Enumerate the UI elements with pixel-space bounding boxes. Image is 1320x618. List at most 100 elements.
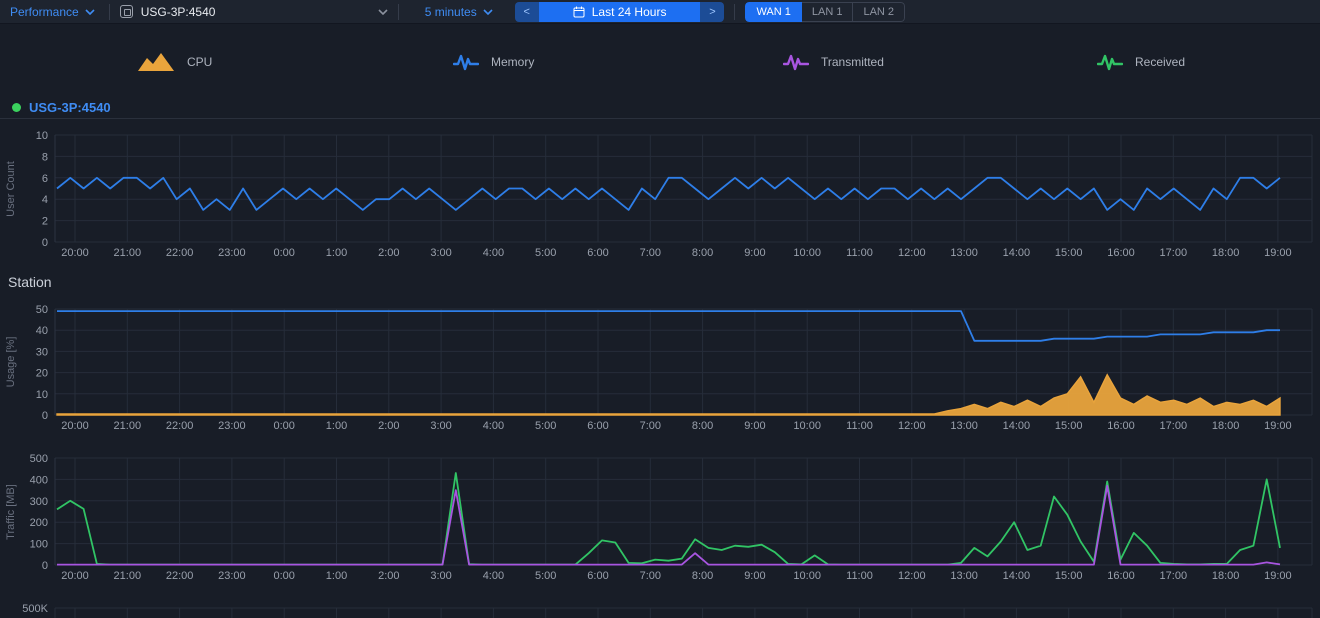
- svg-text:16:00: 16:00: [1107, 570, 1135, 582]
- svg-text:11:00: 11:00: [846, 570, 873, 582]
- svg-text:15:00: 15:00: [1055, 420, 1083, 432]
- svg-text:7:00: 7:00: [640, 247, 661, 259]
- svg-text:8:00: 8:00: [692, 247, 713, 259]
- svg-text:22:00: 22:00: [166, 420, 194, 432]
- svg-text:2:00: 2:00: [378, 420, 399, 432]
- svg-text:10: 10: [36, 130, 48, 142]
- svg-text:0:00: 0:00: [273, 570, 294, 582]
- svg-text:Traffic [MB]: Traffic [MB]: [5, 484, 17, 540]
- svg-text:19:00: 19:00: [1264, 247, 1292, 259]
- svg-text:18:00: 18:00: [1212, 570, 1240, 582]
- svg-text:16:00: 16:00: [1107, 247, 1135, 259]
- memory-usage-line: [57, 311, 1280, 341]
- svg-text:3:00: 3:00: [430, 570, 451, 582]
- svg-text:22:00: 22:00: [166, 570, 194, 582]
- svg-text:40: 40: [36, 325, 48, 337]
- svg-text:19:00: 19:00: [1264, 570, 1292, 582]
- svg-text:200: 200: [30, 517, 48, 529]
- svg-text:4:00: 4:00: [483, 570, 504, 582]
- svg-text:11:00: 11:00: [846, 247, 873, 259]
- svg-text:20: 20: [36, 368, 48, 380]
- svg-text:0: 0: [42, 560, 48, 572]
- svg-text:15:00: 15:00: [1055, 570, 1083, 582]
- svg-text:20:00: 20:00: [61, 570, 89, 582]
- svg-text:4:00: 4:00: [483, 247, 504, 259]
- svg-text:1:00: 1:00: [326, 570, 347, 582]
- svg-text:12:00: 12:00: [898, 570, 926, 582]
- svg-text:2: 2: [42, 216, 48, 228]
- svg-text:14:00: 14:00: [1003, 247, 1031, 259]
- svg-text:12:00: 12:00: [898, 420, 926, 432]
- svg-text:300: 300: [30, 496, 48, 508]
- svg-text:30: 30: [36, 346, 48, 358]
- svg-text:4:00: 4:00: [483, 420, 504, 432]
- svg-text:13:00: 13:00: [950, 247, 978, 259]
- transmitted-line: [57, 486, 1280, 565]
- svg-text:23:00: 23:00: [218, 570, 246, 582]
- svg-text:11:00: 11:00: [846, 420, 873, 432]
- svg-text:15:00: 15:00: [1055, 247, 1083, 259]
- svg-text:User Count: User Count: [5, 161, 17, 217]
- svg-text:0: 0: [42, 237, 48, 249]
- svg-text:50: 50: [36, 304, 48, 316]
- svg-text:17:00: 17:00: [1160, 247, 1188, 259]
- svg-text:1:00: 1:00: [326, 247, 347, 259]
- svg-text:5:00: 5:00: [535, 247, 556, 259]
- svg-text:5:00: 5:00: [535, 570, 556, 582]
- svg-text:0:00: 0:00: [273, 420, 294, 432]
- svg-text:500K: 500K: [22, 603, 48, 615]
- svg-text:9:00: 9:00: [744, 570, 765, 582]
- svg-text:6: 6: [42, 173, 48, 185]
- svg-text:2:00: 2:00: [378, 570, 399, 582]
- svg-text:500: 500: [30, 453, 48, 465]
- svg-text:6:00: 6:00: [587, 570, 608, 582]
- svg-text:21:00: 21:00: [114, 420, 142, 432]
- svg-text:10:00: 10:00: [793, 247, 821, 259]
- svg-text:100: 100: [30, 539, 48, 551]
- svg-text:14:00: 14:00: [1003, 570, 1031, 582]
- svg-text:20:00: 20:00: [61, 420, 89, 432]
- svg-text:10:00: 10:00: [793, 570, 821, 582]
- svg-text:0: 0: [42, 410, 48, 422]
- svg-text:8: 8: [42, 151, 48, 163]
- performance-dashboard: Performance USG-3P:4540 5 minutes < L: [0, 0, 1320, 618]
- svg-text:7:00: 7:00: [640, 570, 661, 582]
- svg-text:19:00: 19:00: [1264, 420, 1292, 432]
- svg-text:8:00: 8:00: [692, 570, 713, 582]
- svg-text:13:00: 13:00: [950, 570, 978, 582]
- svg-text:18:00: 18:00: [1212, 247, 1240, 259]
- user-count-line: [57, 178, 1280, 210]
- svg-text:20:00: 20:00: [61, 247, 89, 259]
- svg-text:23:00: 23:00: [218, 247, 246, 259]
- svg-text:9:00: 9:00: [744, 420, 765, 432]
- svg-text:3:00: 3:00: [430, 247, 451, 259]
- svg-text:21:00: 21:00: [114, 570, 142, 582]
- svg-text:0:00: 0:00: [273, 247, 294, 259]
- svg-text:6:00: 6:00: [587, 420, 608, 432]
- svg-text:18:00: 18:00: [1212, 420, 1240, 432]
- svg-text:14:00: 14:00: [1003, 420, 1031, 432]
- svg-text:16:00: 16:00: [1107, 420, 1135, 432]
- performance-charts: 0 2 4 6 8 10 20:00 21:00 22:00 23:00 0:00 1:00 2:00 3…: [0, 0, 1320, 618]
- svg-text:10: 10: [36, 389, 48, 401]
- svg-text:9:00: 9:00: [744, 247, 765, 259]
- svg-text:Usage [%]: Usage [%]: [5, 337, 17, 388]
- svg-text:400: 400: [30, 474, 48, 486]
- svg-text:23:00: 23:00: [218, 420, 246, 432]
- svg-text:5:00: 5:00: [535, 420, 556, 432]
- svg-text:2:00: 2:00: [378, 247, 399, 259]
- svg-text:8:00: 8:00: [692, 420, 713, 432]
- svg-text:1:00: 1:00: [326, 420, 347, 432]
- svg-text:12:00: 12:00: [898, 247, 926, 259]
- svg-text:6:00: 6:00: [587, 247, 608, 259]
- cpu-usage-area: [57, 375, 1280, 415]
- svg-text:4: 4: [42, 194, 48, 206]
- svg-text:21:00: 21:00: [114, 247, 142, 259]
- svg-text:17:00: 17:00: [1160, 570, 1188, 582]
- svg-text:3:00: 3:00: [430, 420, 451, 432]
- svg-text:10:00: 10:00: [793, 420, 821, 432]
- svg-text:17:00: 17:00: [1160, 420, 1188, 432]
- svg-text:7:00: 7:00: [640, 420, 661, 432]
- svg-text:22:00: 22:00: [166, 247, 194, 259]
- svg-text:13:00: 13:00: [950, 420, 978, 432]
